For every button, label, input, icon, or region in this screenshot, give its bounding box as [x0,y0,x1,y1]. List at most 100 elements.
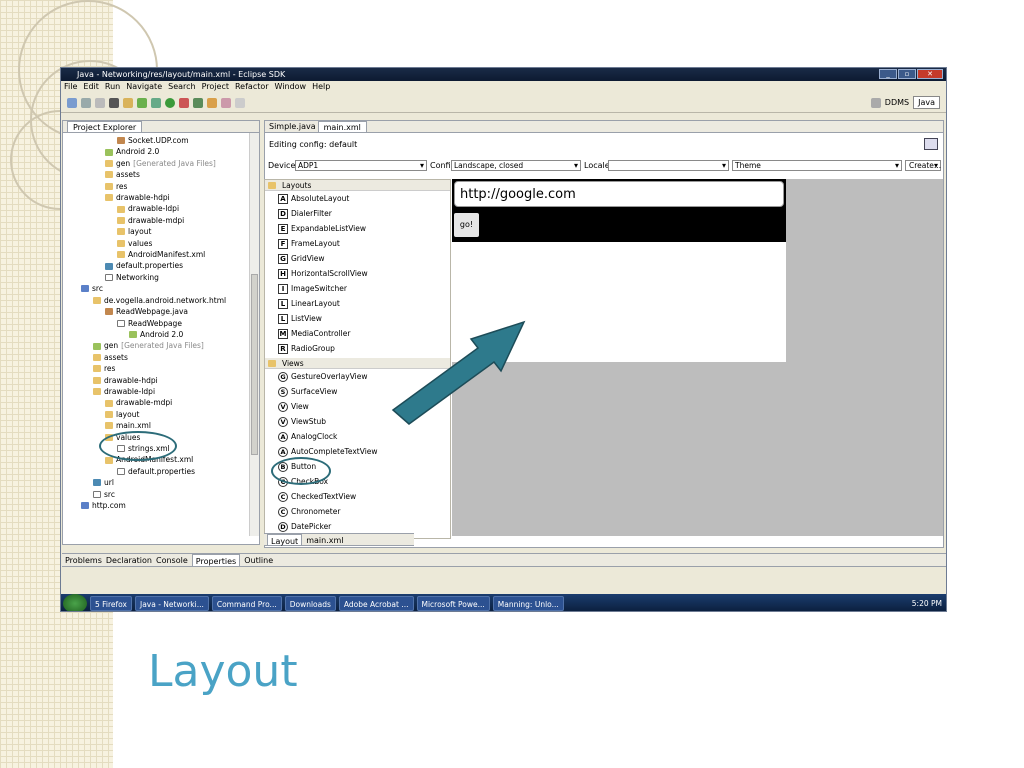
minimize-button[interactable]: _ [879,69,897,79]
taskbar-button[interactable]: Command Pro... [211,596,282,611]
tree-item[interactable]: default.properties [63,466,259,477]
tree-item[interactable]: values [63,238,259,249]
run-icon[interactable] [165,97,175,108]
tree-item[interactable]: de.vogella.android.network.html [63,295,259,306]
tree-item[interactable]: Android 2.0 [63,329,259,340]
tree-item[interactable]: drawable-hdpi [63,192,259,203]
tab-problems[interactable]: Problems [65,554,102,566]
palette-item[interactable]: F FrameLayout [265,236,450,251]
tree-item[interactable]: assets [63,352,259,363]
palette-item[interactable]: E ExpandableListView [265,221,450,236]
tree-item[interactable]: AndroidManifest.xml [63,249,259,260]
project-explorer-tab[interactable]: Project Explorer [67,121,143,132]
tab-main-xml[interactable]: main.xml [317,121,367,132]
menu-navigate[interactable]: Navigate [126,81,162,93]
config-select[interactable]: Landscape, closed [451,160,581,171]
palette-item[interactable]: M MediaController [265,326,450,341]
menu-window[interactable]: Window [275,81,307,93]
new-icon[interactable] [67,97,77,108]
palette-item[interactable]: R RadioGroup [265,341,450,356]
new-class-icon[interactable] [193,97,203,108]
taskbar-button[interactable]: Microsoft Powe... [416,596,490,611]
forward-icon[interactable] [235,97,245,108]
explorer-scrollbar[interactable] [249,133,259,536]
palette-item[interactable]: D DialerFilter [265,206,450,221]
theme-select[interactable]: Theme [732,160,902,171]
android-sdk-icon[interactable] [109,97,119,108]
palette-item[interactable]: I ImageSwitcher [265,281,450,296]
tree-item[interactable]: url [63,477,259,488]
tab-declaration[interactable]: Declaration [106,554,152,566]
url-edittext[interactable]: http://google.com [454,181,784,207]
close-button[interactable]: ✕ [917,69,943,79]
taskbar-button[interactable]: 5 Firefox [90,596,132,611]
open-perspective-icon[interactable] [870,97,881,108]
menu-project[interactable]: Project [202,81,229,93]
palette-item[interactable]: L LinearLayout [265,296,450,311]
ddms-perspective[interactable]: DDMS [885,98,909,107]
palette-item[interactable]: V View [265,399,450,414]
menu-refactor[interactable]: Refactor [235,81,269,93]
tree-item[interactable]: gen [Generated Java Files] [63,158,259,169]
tab-simple-java[interactable]: Simple.java [269,121,316,132]
tree-item[interactable]: layout [63,409,259,420]
tree-item[interactable]: drawable-ldpi [63,203,259,214]
palette-item[interactable]: L ListView [265,311,450,326]
tree-item[interactable]: src [63,489,259,500]
tree-item[interactable]: Networking [63,272,259,283]
tree-item[interactable]: src [63,283,259,294]
tree-item[interactable]: gen [Generated Java Files] [63,340,259,351]
tab-layout[interactable]: Layout [267,534,303,546]
views-section-header[interactable]: Views [265,358,450,369]
tree-item[interactable]: ReadWebpage.java [63,306,259,317]
palette-item[interactable]: G GestureOverlayView [265,369,450,384]
tree-item[interactable]: http.com [63,500,259,511]
palette-item[interactable]: H HorizontalScrollView [265,266,450,281]
java-perspective[interactable]: Java [913,96,940,109]
external-tools-icon[interactable] [179,97,189,108]
tab-console[interactable]: Console [156,554,188,566]
tree-item[interactable]: drawable-mdpi [63,397,259,408]
palette-item[interactable]: D DatePicker [265,519,450,534]
taskbar-button[interactable]: Manning: Unlo... [492,596,564,611]
tree-item[interactable]: res [63,181,259,192]
tree-item[interactable]: drawable-mdpi [63,215,259,226]
palette-item[interactable]: G GridView [265,251,450,266]
tab-outline[interactable]: Outline [244,554,273,566]
tree-item[interactable]: drawable-ldpi [63,386,259,397]
layouts-section-header[interactable]: Layouts [265,180,450,191]
taskbar-button[interactable]: Adobe Acrobat ... [338,596,414,611]
go-button[interactable]: go! [454,213,479,237]
palette-item[interactable]: V ViewStub [265,414,450,429]
search-icon[interactable] [207,97,217,108]
tree-item[interactable]: layout [63,226,259,237]
palette-item[interactable]: S SurfaceView [265,384,450,399]
taskbar-button[interactable]: Downloads [284,596,336,611]
menu-help[interactable]: Help [312,81,330,93]
device-select[interactable]: ADP1 [295,160,427,171]
tree-item[interactable]: assets [63,169,259,180]
layout-toggle-icon[interactable] [924,138,938,150]
tab-main-xml-source[interactable]: main.xml [306,534,343,545]
tree-item[interactable]: drawable-hdpi [63,375,259,386]
menu-run[interactable]: Run [105,81,120,93]
tree-item[interactable]: main.xml [63,420,259,431]
create-config-button[interactable]: Create... [905,160,941,171]
palette-item[interactable]: A AnalogClock [265,429,450,444]
menu-edit[interactable]: Edit [83,81,99,93]
locale-select[interactable] [608,160,729,171]
print-icon[interactable] [95,97,105,108]
save-icon[interactable] [81,97,91,108]
tree-item[interactable]: Socket.UDP.com [63,135,259,146]
tree-item[interactable]: default.properties [63,260,259,271]
maximize-button[interactable]: ▫ [898,69,916,79]
back-icon[interactable] [221,97,231,108]
palette-item[interactable]: A AbsoluteLayout [265,191,450,206]
palette-item[interactable]: C CheckedTextView [265,489,450,504]
tab-properties[interactable]: Properties [191,554,241,566]
tree-item[interactable]: Android 2.0 [63,146,259,157]
start-button[interactable] [63,594,87,611]
open-type-icon[interactable] [123,97,133,108]
new-android-project-icon[interactable] [137,97,147,108]
menu-file[interactable]: File [64,81,77,93]
